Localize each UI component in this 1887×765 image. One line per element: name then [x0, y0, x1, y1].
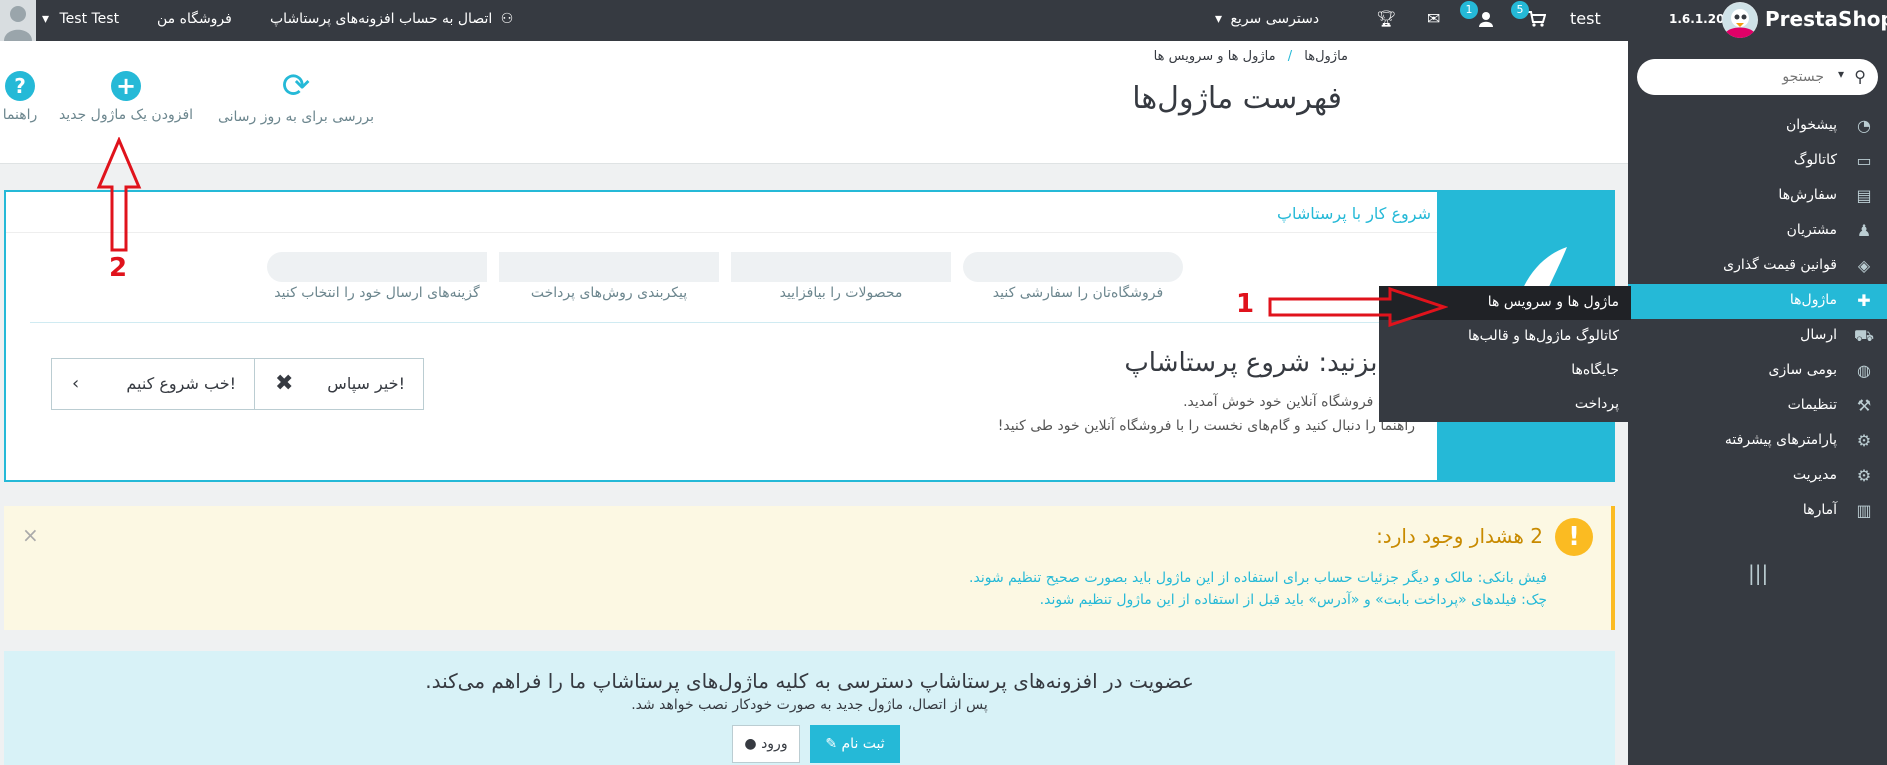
- tags-icon: ◈: [1857, 256, 1871, 275]
- submenu-item-payment[interactable]: پرداخت: [1379, 388, 1631, 422]
- avatar[interactable]: [0, 0, 36, 41]
- onboarding-heading: شروع کار با پرستاشاپ: [1276, 204, 1431, 223]
- wrench-icon: ⚒: [1856, 396, 1872, 415]
- breadcrumb: ماژول‌ها / ماژول ها و سرویس ها: [1154, 49, 1348, 64]
- step-label-products: محصولات را بیافزایید: [779, 285, 903, 301]
- search-input[interactable]: [1664, 65, 1824, 89]
- shop-name[interactable]: test: [1570, 0, 1601, 38]
- cart-icon[interactable]: [1528, 0, 1547, 42]
- search-icon[interactable]: ⚲: [1854, 67, 1866, 86]
- warning-item: چک: فیلدهای «پرداخت بابت» و «آدرس» باید …: [1039, 592, 1547, 608]
- step-progress-products: [731, 252, 951, 282]
- refresh-icon: ⟳: [281, 66, 311, 106]
- cog-icon: ⚙: [1856, 466, 1872, 485]
- breadcrumb-separator: /: [1287, 49, 1293, 64]
- add-module-button[interactable]: + افزودن یک ماژول جدید: [56, 71, 196, 123]
- pencil-icon: ✎: [825, 736, 838, 752]
- brand-logo[interactable]: PrestaShop: [1765, 0, 1887, 38]
- top-navbar: ▾ Test Test فروشگاه من اتصال به حساب افز…: [0, 0, 1887, 41]
- check-update-button[interactable]: ⟳ بررسی برای به روز رسانی: [212, 69, 380, 125]
- sidebar-item-customers[interactable]: ♟ مشتریان: [1628, 214, 1887, 249]
- cogs-icon: ⚙: [1856, 431, 1872, 450]
- annotation-label-1: 1: [1236, 289, 1255, 319]
- trophy-icon[interactable]: 🏆︎: [1376, 0, 1396, 38]
- user-icon[interactable]: [1478, 0, 1494, 42]
- quick-access-menu[interactable]: ▾ دسترسی سریع: [1215, 0, 1319, 38]
- step-label-payment: پیکربندی روش‌های پرداخت: [530, 285, 688, 301]
- steps-divider: [30, 322, 1440, 323]
- question-circle-icon: ?: [5, 71, 35, 101]
- addons-title: عضویت در افزونه‌های پرستاشاپ دسترسی به ک…: [425, 669, 1194, 693]
- annotation-label-2: 2: [109, 253, 128, 283]
- dashboard-icon: ◔: [1857, 116, 1871, 135]
- truck-icon: ⛟: [1853, 326, 1875, 345]
- addons-subtitle: پس از اتصال، ماژول جدید به صورت خودکار ن…: [631, 697, 988, 713]
- annotation-arrow-up: [96, 137, 142, 252]
- sidebar-item-administration[interactable]: ⚙ مدیریت: [1628, 459, 1887, 494]
- version-label: 1.6.1.20: [1669, 12, 1725, 26]
- book-icon: ▭: [1856, 151, 1872, 170]
- user-icon: ●: [744, 736, 757, 752]
- sidebar-item-orders[interactable]: ▤ سفارش‌ها: [1628, 179, 1887, 214]
- envelope-icon[interactable]: ✉: [1427, 0, 1440, 38]
- unlink-icon: ⚇: [500, 11, 514, 27]
- caret-down-icon: ▾: [42, 11, 50, 27]
- sidebar-item-modules[interactable]: ✚ ماژول‌ها: [1628, 284, 1887, 319]
- sidebar: ⚲ ▾ ◔پیشخوان ▭کاتالوگ ▤سفارش‌ها ♟مشتریان…: [1628, 41, 1887, 765]
- warning-alert: ! 2 هشدار وجود دارد: × فیش بانکی: مالک و…: [4, 506, 1615, 630]
- close-x-icon: ✖: [275, 371, 294, 396]
- caret-down-icon: ▾: [1215, 11, 1223, 27]
- sidebar-item-catalog[interactable]: ▭ کاتالوگ: [1628, 144, 1887, 179]
- sidebar-item-stats[interactable]: ▥ آمارها: [1628, 494, 1887, 529]
- annotation-arrow-right: [1268, 287, 1448, 327]
- my-shop-link[interactable]: فروشگاه من: [157, 0, 232, 38]
- step-label-shipping: گزینه‌های ارسال خود را انتخاب کنید: [274, 285, 480, 301]
- onboarding-divider: [6, 232, 1437, 233]
- step-progress-customize: [963, 252, 1183, 282]
- breadcrumb-parent[interactable]: ماژول‌ها: [1304, 49, 1348, 64]
- step-progress-shipping: [267, 252, 487, 282]
- breadcrumb-current[interactable]: ماژول ها و سرویس ها: [1154, 49, 1276, 64]
- user-notifications-badge: 1: [1460, 1, 1478, 19]
- prestashop-logo-icon: [1722, 2, 1758, 38]
- employee-name: Test Test: [59, 11, 120, 27]
- sidebar-item-advanced-parameters[interactable]: ⚙ پارامترهای پیشرفته: [1628, 424, 1887, 459]
- submenu-item-positions[interactable]: جایگاه‌ها: [1379, 354, 1631, 388]
- bar-chart-icon: ▥: [1856, 501, 1872, 520]
- no-thanks-button[interactable]: ✖ خیر سپاس!: [254, 358, 424, 410]
- step-progress-payment: [499, 252, 719, 282]
- onboarding-guide-text: راهنما را دنبال کنید و گام‌های نخست را ب…: [997, 418, 1415, 434]
- sidebar-item-preferences[interactable]: ⚒ تنظیمات: [1628, 389, 1887, 424]
- employee-menu[interactable]: ▾ Test Test: [42, 0, 119, 38]
- help-button[interactable]: ? راهنما: [0, 71, 40, 123]
- warning-close-icon[interactable]: ×: [22, 523, 39, 547]
- sidebar-item-price-rules[interactable]: ◈ قوانین قیمت گذاری: [1628, 249, 1887, 284]
- sidebar-item-dashboard[interactable]: ◔ پیشخوان: [1628, 109, 1887, 144]
- search-box: ⚲ ▾: [1637, 59, 1878, 95]
- credit-card-icon: ▤: [1856, 186, 1872, 205]
- onboarding-panel: شروع کار با پرستاشاپ فروشگاه‌تان را سفار…: [4, 190, 1615, 482]
- chevron-left-icon: ‹: [72, 373, 80, 394]
- warning-title: 2 هشدار وجود دارد:: [1376, 524, 1543, 548]
- sidebar-collapse-icon[interactable]: |||: [1748, 561, 1768, 585]
- users-icon: ♟: [1856, 221, 1872, 240]
- login-button[interactable]: ● ورود: [732, 725, 800, 763]
- cart-badge: 5: [1511, 1, 1529, 19]
- puzzle-icon: ✚: [1857, 291, 1871, 310]
- caret-down-icon[interactable]: ▾: [1838, 67, 1844, 81]
- page-header: ماژول‌ها / ماژول ها و سرویس ها فهرست ماژ…: [0, 41, 1628, 164]
- addons-panel: عضویت در افزونه‌های پرستاشاپ دسترسی به ک…: [4, 651, 1615, 765]
- connect-addons-link[interactable]: اتصال به حساب افزونه‌های پرستاشاپ ⚇: [270, 0, 513, 38]
- warning-item: فیش بانکی: مالک و دیگر جزئیات حساب برای …: [969, 570, 1547, 586]
- globe-icon: ◍: [1857, 361, 1871, 380]
- sidebar-item-shipping[interactable]: ⛟ ارسال: [1628, 319, 1887, 354]
- warning-icon: !: [1555, 518, 1593, 556]
- register-button[interactable]: ✎ ثبت نام: [810, 725, 900, 763]
- start-onboarding-button[interactable]: ‹ خب شروع کنیم!: [51, 358, 255, 410]
- step-label-customize: فروشگاه‌تان را سفارشی کنید: [992, 285, 1164, 301]
- plus-circle-icon: +: [111, 71, 141, 101]
- sidebar-item-localization[interactable]: ◍ بومی سازی: [1628, 354, 1887, 389]
- page-title: فهرست ماژول‌ها: [1132, 81, 1342, 116]
